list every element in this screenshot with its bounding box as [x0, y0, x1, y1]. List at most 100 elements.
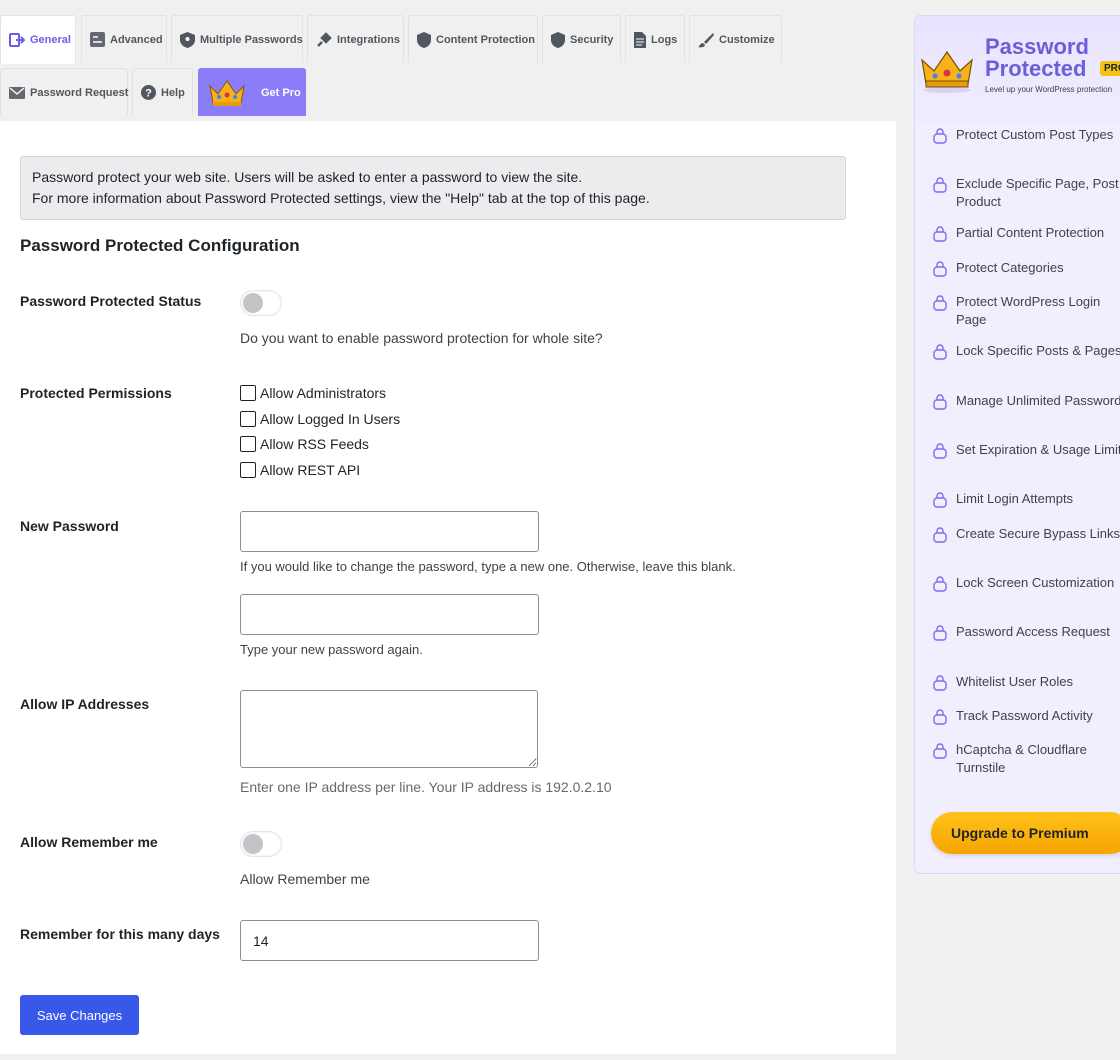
tab-advanced-label: Advanced [110, 33, 163, 46]
confirm-password-description: Type your new password again. [240, 642, 423, 657]
pro-badge: PRO [1100, 61, 1120, 76]
advanced-icon [90, 32, 105, 48]
shield-icon [417, 31, 431, 48]
lock-icon [933, 576, 947, 592]
lock-icon [933, 492, 947, 508]
sidebar-header: Password Protected PRO Level up your Wor… [915, 16, 1120, 123]
svg-text:?: ? [145, 88, 152, 100]
feature-label: Create Secure Bypass Links [956, 526, 1120, 541]
lock-icon [933, 443, 947, 459]
feature-label: Protect Categories [956, 260, 1064, 275]
shield-key-icon [180, 31, 195, 48]
settings-tabs: General Advanced Multiple Passwords Inte… [0, 15, 896, 121]
notice-line-2: For more information about Password Prot… [32, 190, 650, 206]
remember-me-description: Allow Remember me [240, 871, 370, 887]
tab-multiple-passwords[interactable]: Multiple Passwords [171, 15, 303, 63]
tab-logs-label: Logs [651, 33, 678, 46]
status-label: Password Protected Status [20, 293, 202, 309]
lock-icon [933, 675, 947, 691]
crown-icon [207, 78, 247, 108]
feature-item: Set Expiration & Usage Limits [933, 441, 1120, 459]
brush-icon [698, 32, 714, 48]
lock-icon [933, 394, 947, 410]
allow-rss-feeds-row: Allow RSS Feeds [240, 436, 369, 452]
tab-password-request[interactable]: Password Request [0, 68, 128, 116]
status-toggle[interactable] [240, 290, 282, 316]
toggle-knob [243, 293, 263, 313]
allow-ip-textarea[interactable] [240, 690, 538, 768]
tab-logs[interactable]: Logs [625, 15, 685, 63]
tab-integrations[interactable]: Integrations [307, 15, 404, 63]
feature-item: Protect WordPress Login Page [933, 293, 1120, 329]
tab-security[interactable]: Security [542, 15, 621, 63]
tab-get-pro[interactable]: Get Pro [198, 68, 306, 116]
toggle-knob [243, 834, 263, 854]
feature-item: Password Access Request [933, 623, 1120, 641]
tab-general-label: General [30, 34, 71, 46]
feature-label: Protect Custom Post Types [956, 127, 1114, 142]
checkbox-label: Allow Administrators [260, 385, 387, 401]
shield-icon [551, 31, 565, 48]
tab-help[interactable]: ? Help [132, 68, 193, 116]
info-notice: Password protect your web site. Users wi… [20, 156, 846, 220]
feature-label: Limit Login Attempts [956, 491, 1074, 506]
new-password-input[interactable] [240, 511, 539, 552]
feature-label: hCaptcha & Cloudflare Turnstile [956, 742, 1087, 775]
permissions-label: Protected Permissions [20, 385, 172, 401]
lock-icon [933, 625, 947, 641]
crown-icon [921, 50, 973, 93]
lock-icon [933, 527, 947, 543]
lock-icon [933, 709, 947, 725]
remember-days-input[interactable] [240, 920, 539, 961]
checkbox-label: Allow REST API [260, 462, 361, 478]
new-password-label: New Password [20, 518, 119, 534]
feature-label: Track Password Activity [956, 708, 1093, 723]
lock-icon [933, 743, 947, 759]
tab-multiple-passwords-label: Multiple Passwords [200, 33, 303, 46]
feature-label: Lock Screen Customization [956, 575, 1115, 590]
tab-customize[interactable]: Customize [689, 15, 782, 63]
feature-label: Protect WordPress Login Page [956, 294, 1101, 327]
feature-label: Lock Specific Posts & Pages [956, 343, 1120, 358]
lock-icon [933, 261, 947, 277]
tab-general[interactable]: General [0, 15, 76, 64]
remember-me-label: Allow Remember me [20, 834, 158, 850]
sidebar-tagline: Level up your WordPress protection [985, 85, 1113, 94]
feature-item: Protect Categories [933, 259, 1120, 277]
upgrade-to-premium-button[interactable]: Upgrade to Premium [931, 812, 1120, 854]
allow-ip-label: Allow IP Addresses [20, 696, 150, 712]
lock-icon [933, 295, 947, 311]
allow-ip-description: Enter one IP address per line. Your IP a… [240, 779, 612, 795]
feature-item: Protect Custom Post Types [933, 126, 1120, 144]
feature-label: Password Access Request [956, 624, 1110, 639]
tab-content-protection[interactable]: Content Protection [408, 15, 538, 63]
document-icon [634, 31, 646, 48]
allow-administrators-checkbox[interactable] [240, 385, 256, 401]
allow-rest-api-checkbox[interactable] [240, 462, 256, 478]
allow-rest-api-row: Allow REST API [240, 462, 360, 478]
save-changes-button[interactable]: Save Changes [20, 995, 139, 1035]
tab-help-label: Help [161, 86, 185, 99]
allow-logged-in-users-checkbox[interactable] [240, 411, 256, 427]
feature-label: Manage Unlimited Passwords [956, 393, 1120, 408]
pro-upsell-sidebar: Password Protected PRO Level up your Wor… [914, 15, 1120, 874]
remember-days-label: Remember for this many days [20, 926, 220, 942]
feature-label: Set Expiration & Usage Limits [956, 442, 1120, 457]
lock-icon [933, 177, 947, 193]
remember-me-toggle[interactable] [240, 831, 282, 857]
tab-advanced[interactable]: Advanced [81, 15, 167, 63]
settings-panel: Password protect your web site. Users wi… [0, 121, 896, 1054]
feature-item: Lock Specific Posts & Pages [933, 342, 1120, 360]
lock-icon [933, 226, 947, 242]
feature-item: Track Password Activity [933, 707, 1120, 725]
allow-rss-feeds-checkbox[interactable] [240, 436, 256, 452]
help-icon: ? [141, 85, 156, 101]
confirm-password-input[interactable] [240, 594, 539, 635]
feature-item: Create Secure Bypass Links [933, 525, 1120, 543]
plug-icon [316, 31, 332, 48]
envelope-icon [9, 85, 25, 101]
allow-administrators-row: Allow Administrators [240, 385, 386, 401]
new-password-description: If you would like to change the password… [240, 559, 736, 574]
feature-item: Whitelist User Roles [933, 673, 1120, 691]
page-title: Password Protected Configuration [20, 236, 300, 255]
